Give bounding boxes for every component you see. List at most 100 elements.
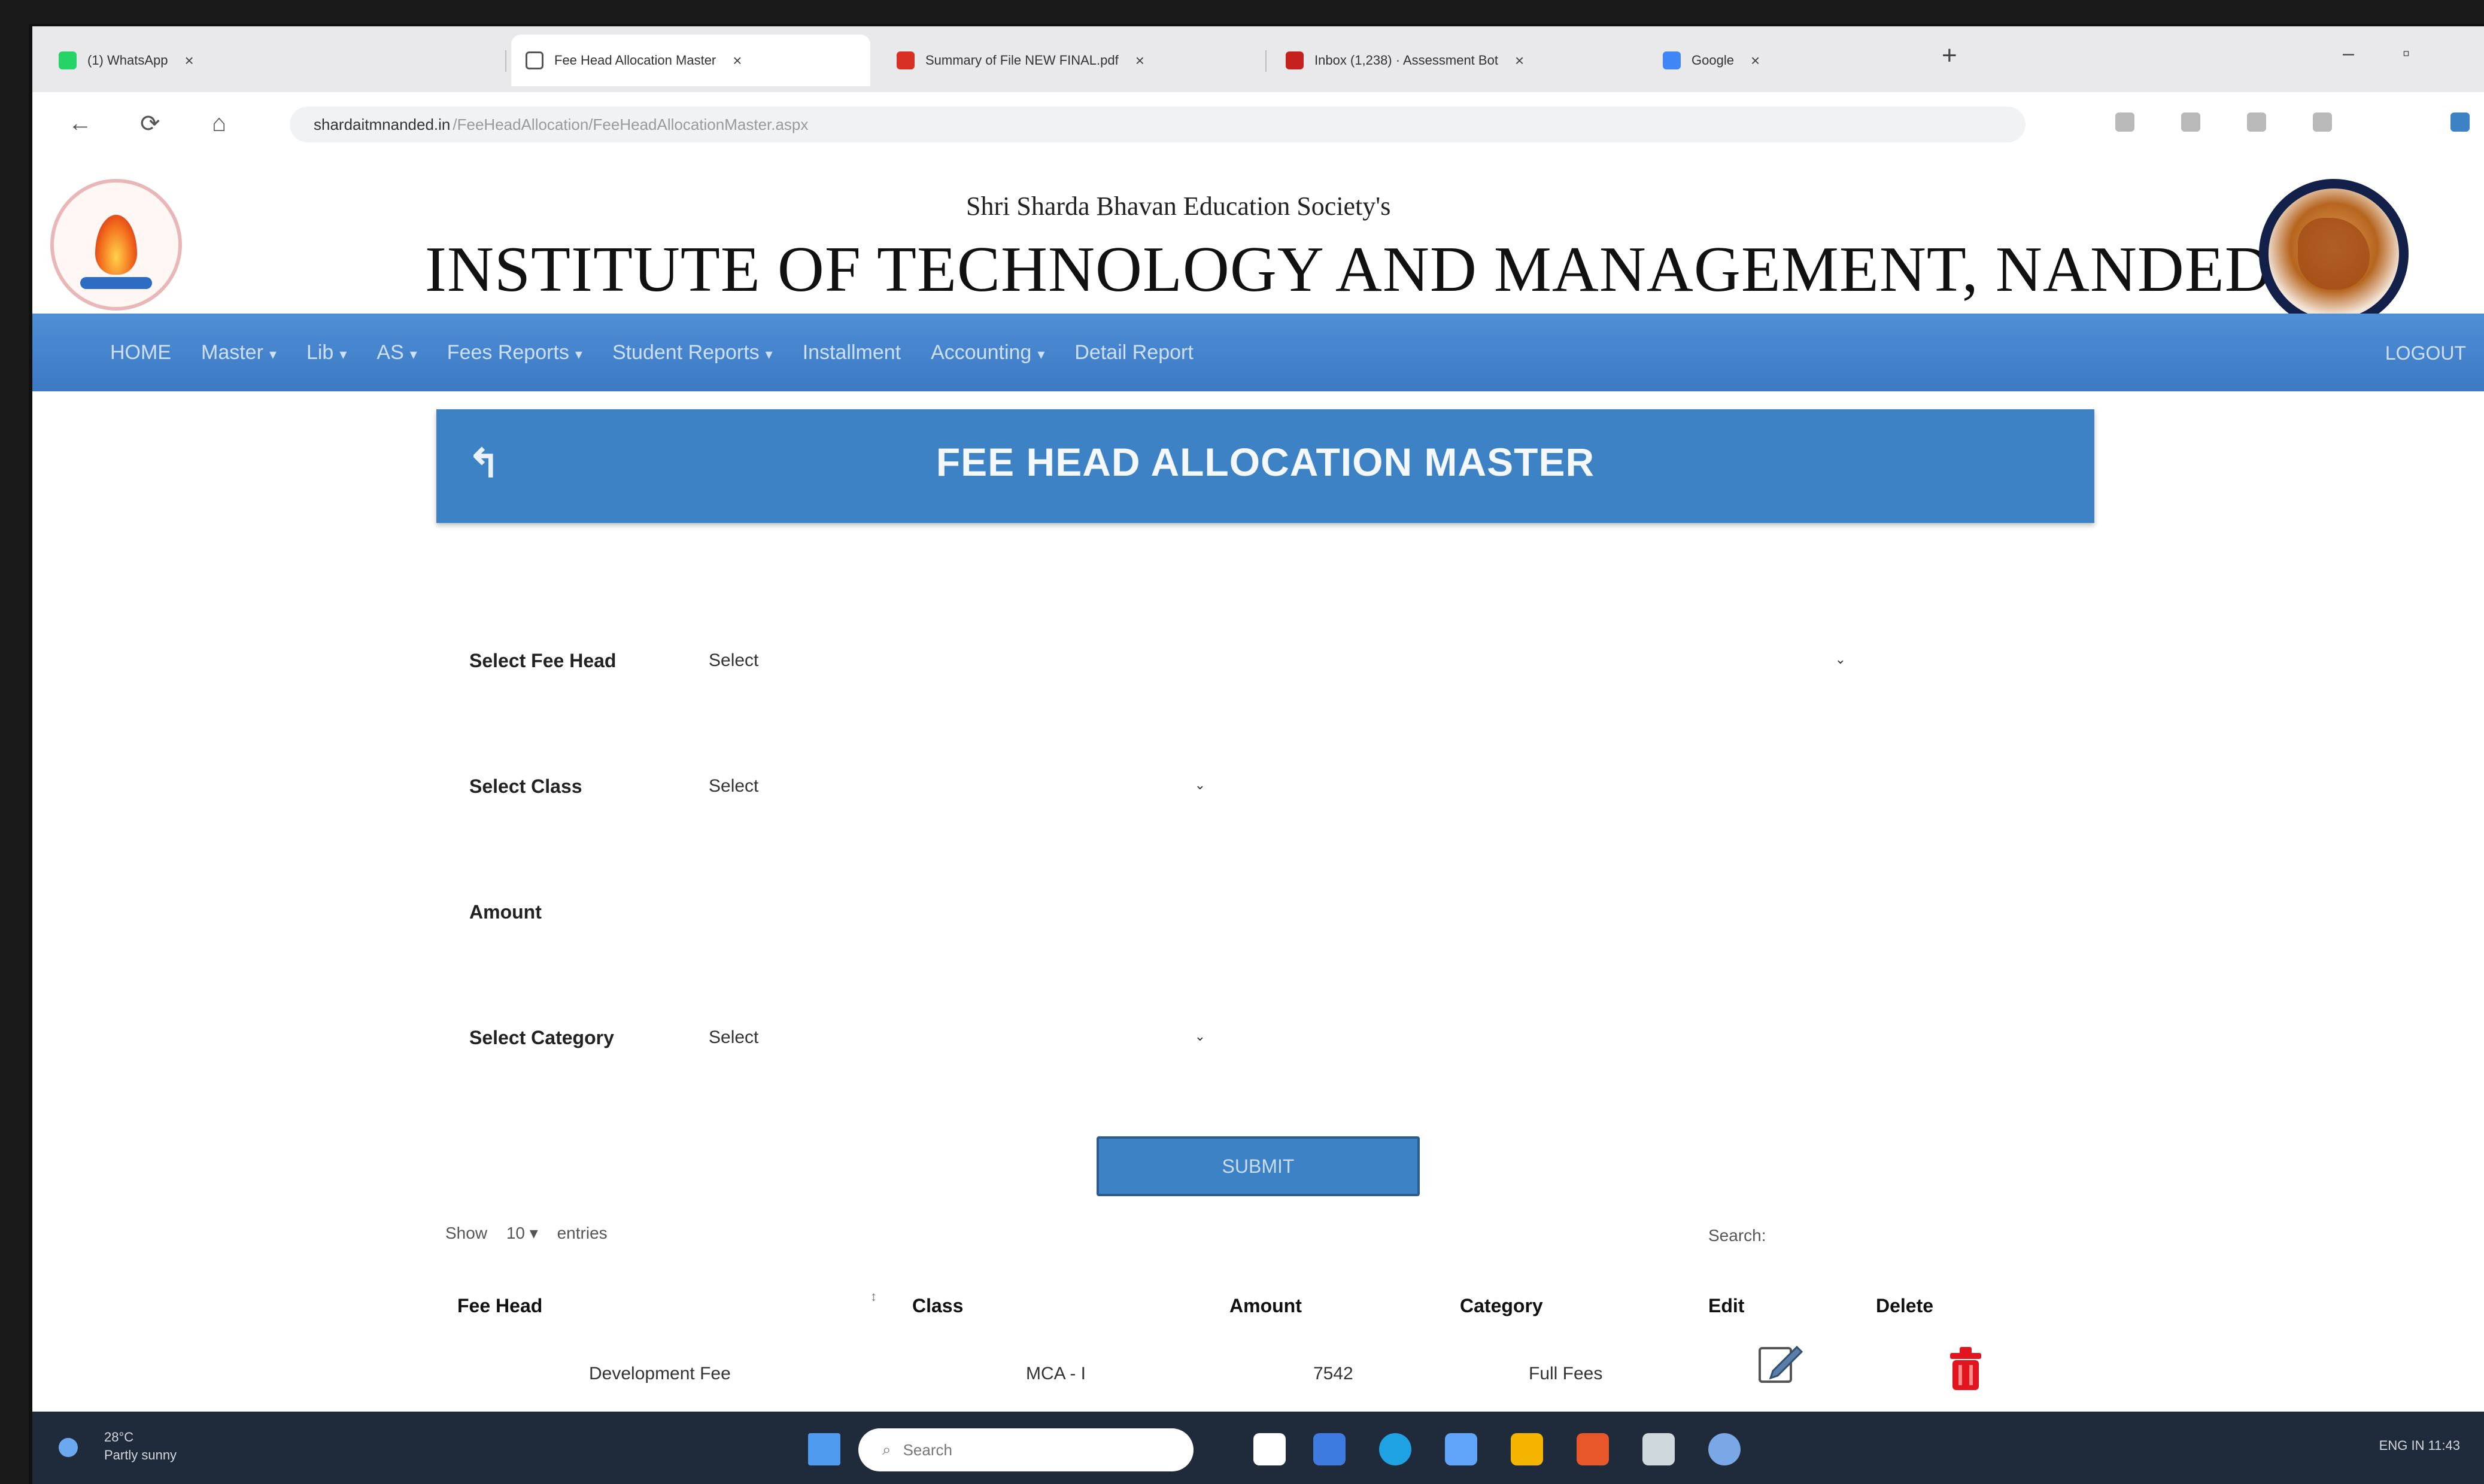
fee-head-label: Select Fee Head — [469, 649, 617, 671]
close-icon[interactable]: × — [185, 51, 194, 70]
weather-desc: Partly sunny — [104, 1447, 177, 1462]
maximize-icon[interactable]: ▫ — [2403, 42, 2410, 65]
fee-head-select[interactable]: Select ⌄ — [709, 640, 1846, 682]
amount-row: Amount — [469, 888, 1205, 936]
page-icon — [526, 51, 543, 69]
tab-google[interactable]: Google × — [1648, 35, 1774, 86]
menu-item-as[interactable]: AS ▾ — [376, 341, 417, 364]
search-label: Search: — [1708, 1226, 1766, 1245]
institute-emblem — [2259, 179, 2409, 329]
society-logo — [50, 179, 182, 311]
tab-fee-head-allocation[interactable]: Fee Head Allocation Master × — [511, 35, 870, 86]
category-selected: Select — [709, 1027, 759, 1047]
weather-icon[interactable] — [56, 1436, 80, 1459]
close-icon[interactable]: × — [1751, 51, 1760, 70]
table-search[interactable]: Search: — [1708, 1226, 1766, 1245]
emblem-figure-icon — [2298, 218, 2370, 290]
chevron-down-icon: ▾ — [269, 346, 277, 363]
fee-head-row: Select Fee Head Select ⌄ — [469, 637, 1846, 685]
tab-title: (1) WhatsApp — [87, 53, 168, 68]
page-banner: ↰ FEE HEAD ALLOCATION MASTER — [436, 409, 2094, 523]
menu-item-accounting[interactable]: Accounting ▾ — [931, 341, 1044, 364]
submit-button[interactable]: SUBMIT — [1097, 1136, 1420, 1196]
chevron-down-icon: ▾ — [765, 346, 773, 363]
class-selected: Select — [709, 776, 759, 796]
delete-icon[interactable] — [1946, 1346, 1985, 1391]
screen: (1) WhatsApp × Fee Head Allocation Maste… — [29, 24, 2484, 1484]
close-icon[interactable]: × — [1135, 51, 1144, 70]
menu-item-fees-reports[interactable]: Fees Reports ▾ — [447, 341, 582, 364]
amount-label: Amount — [469, 901, 542, 923]
profile-icon[interactable] — [2313, 112, 2332, 132]
close-icon[interactable]: × — [733, 51, 742, 70]
menu-item-student-reports[interactable]: Student Reports ▾ — [612, 341, 773, 364]
tab-inbox[interactable]: Inbox (1,238) · Assessment Bot × — [1271, 35, 1538, 86]
reload-icon[interactable]: ⟳ — [140, 110, 160, 138]
category-select[interactable]: Select ⌄ — [709, 1017, 1205, 1059]
file-explorer-icon[interactable] — [1511, 1433, 1543, 1465]
weather-widget[interactable]: 28°C Partly sunny — [104, 1428, 177, 1464]
show-entries-control: Show 10 ▾ entries — [445, 1223, 608, 1243]
taskbar-search[interactable]: ⌕ Search — [858, 1428, 1194, 1471]
new-tab-button[interactable]: + — [1942, 41, 1957, 71]
edge-icon[interactable] — [1379, 1433, 1411, 1465]
flame-icon — [95, 215, 137, 275]
menu-item-master[interactable]: Master ▾ — [201, 341, 277, 364]
logo-ribbon — [80, 277, 152, 289]
class-label: Select Class — [469, 775, 582, 797]
chevron-down-icon: ⌄ — [1194, 1029, 1205, 1044]
edit-icon[interactable] — [1756, 1340, 1804, 1388]
tab-pdf[interactable]: Summary of File NEW FINAL.pdf × — [882, 35, 1159, 86]
amount-input[interactable] — [709, 891, 1205, 933]
menu-item-installment[interactable]: Installment — [803, 341, 901, 364]
sort-icon[interactable]: ↕ — [870, 1289, 877, 1304]
brave-icon[interactable] — [1577, 1433, 1609, 1465]
app-icon[interactable] — [1708, 1433, 1741, 1465]
menu-item-home[interactable]: HOME — [110, 341, 171, 364]
column-header-class[interactable]: Class — [912, 1295, 963, 1317]
cell-fee-head: Development Fee — [589, 1364, 731, 1383]
store-icon[interactable] — [1445, 1433, 1477, 1465]
chevron-down-icon: ▾ — [1037, 346, 1045, 363]
category-label: Select Category — [469, 1026, 614, 1048]
tab-separator — [1265, 50, 1267, 72]
logout-link[interactable]: LOGOUT — [2385, 342, 2466, 364]
extension-icon[interactable] — [2247, 112, 2266, 132]
entries-label: entries — [557, 1224, 608, 1242]
class-select[interactable]: Select ⌄ — [709, 765, 1205, 807]
weather-temp: 28°C — [104, 1430, 134, 1445]
system-tray[interactable]: ENG IN 11:43 — [2379, 1438, 2460, 1453]
url-field[interactable]: shardaitmnanded.in /FeeHeadAllocation/Fe… — [290, 107, 2026, 142]
browser-tab-bar: (1) WhatsApp × Fee Head Allocation Maste… — [32, 26, 2484, 92]
menu-item-detail-report[interactable]: Detail Report — [1074, 341, 1193, 364]
back-icon[interactable]: ← — [68, 110, 92, 137]
home-icon[interactable]: ⌂ — [212, 110, 226, 137]
bing-icon[interactable] — [2450, 112, 2470, 132]
task-view-icon[interactable] — [1253, 1433, 1286, 1465]
chevron-down-icon: ▾ — [409, 346, 417, 363]
chat-icon[interactable] — [1313, 1433, 1346, 1465]
chevron-down-icon: ▾ — [575, 346, 582, 363]
category-row: Select Category Select ⌄ — [469, 1014, 1205, 1062]
cell-class: MCA - I — [1026, 1364, 1086, 1383]
mail-icon — [1286, 51, 1304, 69]
extension-icon[interactable] — [2115, 112, 2134, 132]
chevron-down-icon: ▾ — [529, 1224, 538, 1242]
tab-whatsapp[interactable]: (1) WhatsApp × — [44, 35, 208, 86]
column-header-fee-head[interactable]: Fee Head — [457, 1295, 542, 1317]
tab-title: Fee Head Allocation Master — [554, 53, 716, 68]
minimize-icon[interactable]: – — [2343, 42, 2354, 65]
column-header-amount[interactable]: Amount — [1229, 1295, 1302, 1317]
chevron-down-icon: ▾ — [339, 346, 347, 363]
society-name: Shri Sharda Bhavan Education Society's — [966, 191, 1391, 221]
page-size-select[interactable]: 10 ▾ — [506, 1224, 538, 1242]
extension-icon[interactable] — [2181, 112, 2200, 132]
site-header: Shri Sharda Bhavan Education Society's I… — [32, 155, 2484, 334]
column-header-category[interactable]: Category — [1460, 1295, 1543, 1317]
windows-start-icon[interactable] — [808, 1433, 840, 1465]
close-icon[interactable]: × — [1515, 51, 1524, 70]
address-bar-row: ← ⟳ ⌂ shardaitmnanded.in /FeeHeadAllocat… — [32, 92, 2484, 155]
pdf-icon — [897, 51, 915, 69]
menu-item-lib[interactable]: Lib ▾ — [306, 341, 347, 364]
app-icon[interactable] — [1642, 1433, 1675, 1465]
